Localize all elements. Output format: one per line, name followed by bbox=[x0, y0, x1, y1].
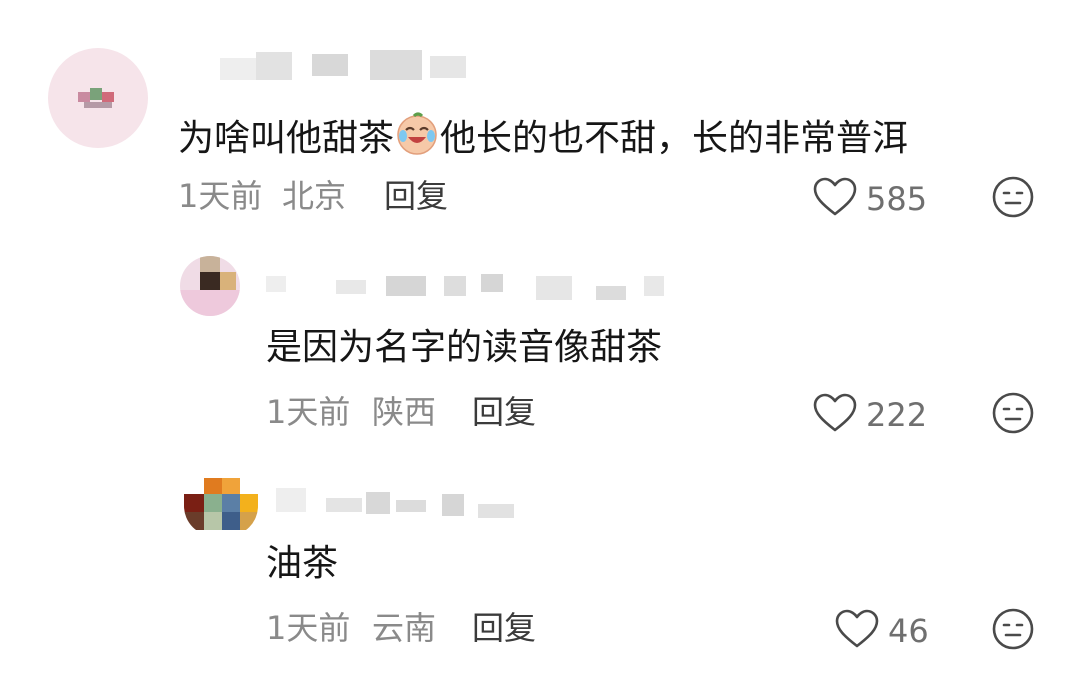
neutral-face-icon[interactable] bbox=[991, 607, 1035, 655]
username-blurred[interactable] bbox=[220, 48, 490, 88]
avatar[interactable] bbox=[184, 478, 258, 536]
crying-laughing-emoji-icon bbox=[394, 110, 440, 156]
username-blurred[interactable] bbox=[266, 484, 526, 524]
reply-button[interactable]: 回复 bbox=[472, 392, 536, 432]
reply-button[interactable]: 回复 bbox=[384, 176, 448, 216]
reply-button[interactable]: 回复 bbox=[472, 608, 536, 648]
avatar[interactable] bbox=[48, 48, 148, 148]
comment-text-part: 为啥叫他甜茶 bbox=[178, 118, 395, 159]
like-button[interactable]: 222 bbox=[812, 392, 927, 438]
neutral-face-icon[interactable] bbox=[991, 175, 1035, 223]
like-count: 585 bbox=[866, 180, 928, 218]
comment-location: 陕西 bbox=[372, 393, 437, 431]
comment-text: 为啥叫他甜茶 他长的也不甜，长的非常普洱 bbox=[178, 110, 908, 161]
heart-outline-icon bbox=[834, 608, 880, 654]
comment-text: 是因为名字的读音像甜茶 bbox=[266, 327, 663, 368]
comment-location: 云南 bbox=[372, 609, 437, 647]
heart-outline-icon bbox=[812, 392, 858, 438]
like-button[interactable]: 46 bbox=[834, 608, 929, 654]
comment-time: 1天前 bbox=[266, 393, 351, 431]
like-button[interactable]: 585 bbox=[812, 176, 927, 222]
comment-text: 油茶 bbox=[266, 543, 339, 584]
comment-time: 1天前 bbox=[266, 609, 351, 647]
avatar[interactable] bbox=[180, 256, 240, 316]
heart-outline-icon bbox=[812, 176, 858, 222]
comment-location: 北京 bbox=[282, 177, 347, 215]
comment-text-part: 他长的也不甜，长的非常普洱 bbox=[440, 118, 909, 159]
like-count: 222 bbox=[866, 396, 928, 434]
comment-time: 1天前 bbox=[178, 177, 263, 215]
username-blurred[interactable] bbox=[266, 266, 666, 306]
like-count: 46 bbox=[888, 612, 929, 650]
neutral-face-icon[interactable] bbox=[991, 391, 1035, 439]
